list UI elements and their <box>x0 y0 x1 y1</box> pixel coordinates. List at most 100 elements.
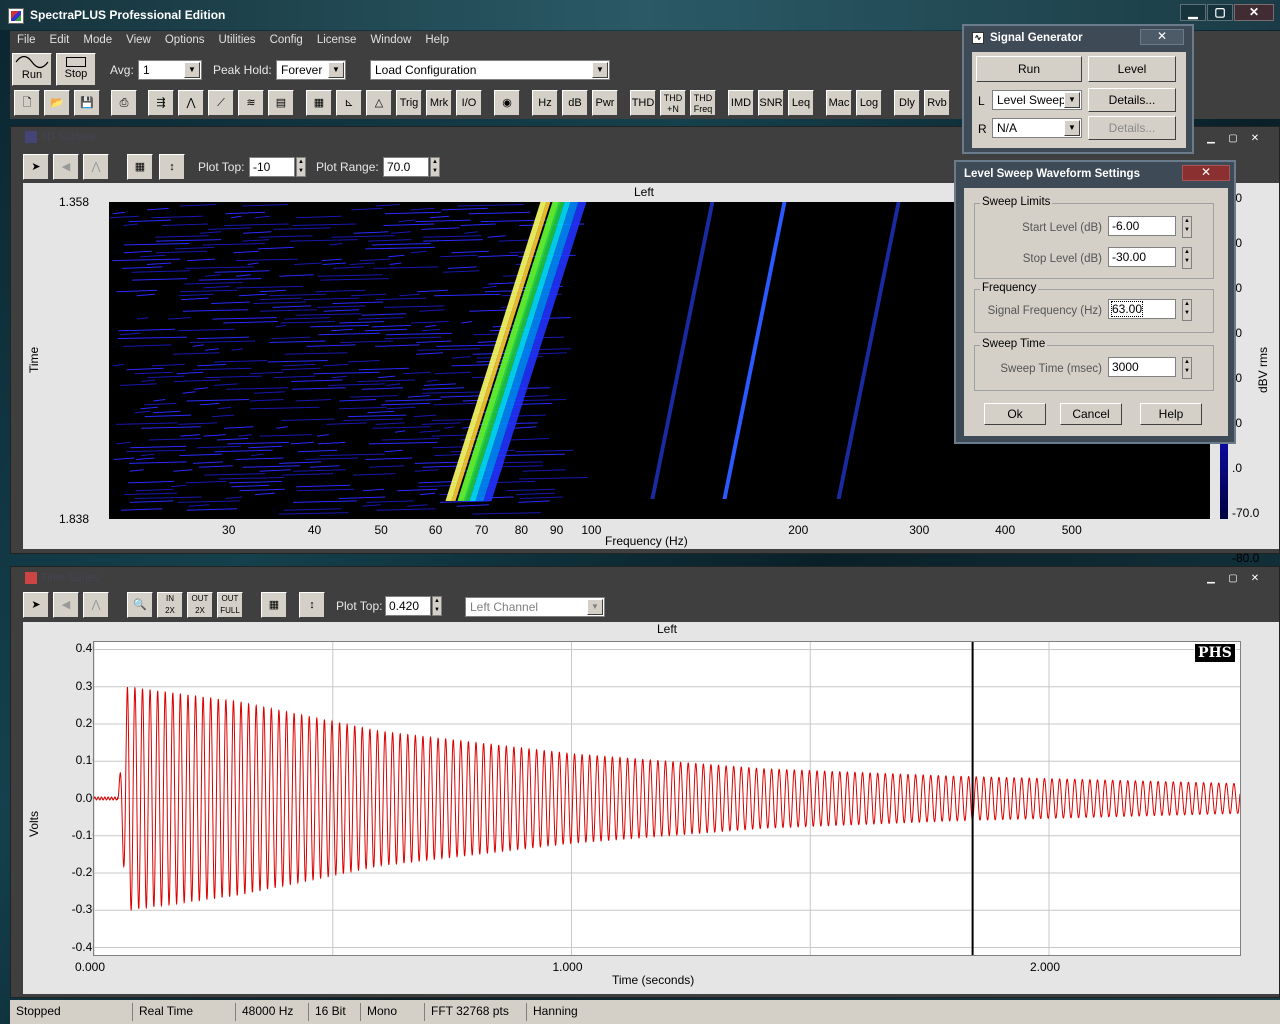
menu-file[interactable]: File <box>10 31 43 51</box>
surface-settings-icon[interactable]: ▦ <box>127 154 153 180</box>
start-level-input[interactable]: -6.00 <box>1108 216 1176 236</box>
peak-icon[interactable]: ⋀ <box>83 154 109 180</box>
status-mode: Real Time <box>132 1003 232 1021</box>
signal-frequency-spinner[interactable]: ▲ ▼ <box>1182 299 1192 321</box>
run-button[interactable]: Run <box>12 53 52 86</box>
timeseries-scale-icon[interactable]: ↕ <box>299 592 325 618</box>
stop-level-input[interactable]: -30.00 <box>1108 247 1176 267</box>
signal-generator-close-icon[interactable]: ✕ <box>1140 29 1184 45</box>
generator-run-button[interactable]: Run <box>976 56 1082 82</box>
ok-button[interactable]: Ok <box>984 403 1046 425</box>
tool-snr[interactable]: SNR <box>758 90 784 116</box>
level-sweep-close-icon[interactable]: ✕ <box>1182 165 1230 181</box>
maximize-icon[interactable]: ▢ <box>1207 4 1233 21</box>
app-icon[interactable] <box>8 8 24 24</box>
speaker-icon[interactable]: ◀ <box>53 592 79 618</box>
surface-maximize-icon[interactable]: ▢ <box>1223 133 1243 147</box>
chevron-down-icon: ▼ <box>184 62 200 78</box>
sweep-time-input[interactable]: 3000 <box>1108 357 1176 377</box>
pointer-icon[interactable]: ➤ <box>23 154 49 180</box>
tool-pwr[interactable]: Pwr <box>592 90 618 116</box>
pointer-icon[interactable]: ➤ <box>23 592 49 618</box>
help-button[interactable]: Help <box>1140 403 1202 425</box>
tool-db[interactable]: dB <box>562 90 588 116</box>
menu-utilities[interactable]: Utilities <box>212 31 263 51</box>
menu-options[interactable]: Options <box>158 31 212 51</box>
tool-log[interactable]: Log <box>856 90 882 116</box>
minimize-icon[interactable]: ▁ <box>1180 4 1206 21</box>
timeseries-minimize-icon[interactable]: ▁ <box>1201 573 1221 587</box>
tool-thd-n[interactable]: THD +N <box>660 90 686 116</box>
tool-dly[interactable]: Dly <box>894 90 920 116</box>
tool-rvb[interactable]: Rvb <box>924 90 950 116</box>
menu-help[interactable]: Help <box>418 31 456 51</box>
right-waveform-select[interactable]: N/A ▼ <box>992 118 1082 138</box>
new-file-icon[interactable]: 🗋 <box>14 90 40 116</box>
status-channels: Mono <box>360 1003 422 1021</box>
close-icon[interactable]: ✕ <box>1234 4 1274 21</box>
surface-icon[interactable]: ▤ <box>268 90 294 116</box>
menu-view[interactable]: View <box>119 31 158 51</box>
spectrum-icon[interactable]: ⋀ <box>178 90 204 116</box>
surface-scale-icon[interactable]: ↕ <box>159 154 185 180</box>
zoom-in-2x-icon[interactable]: IN 2X <box>157 592 183 618</box>
phs-badge[interactable]: PHS <box>1194 643 1236 663</box>
menu-edit[interactable]: Edit <box>43 31 77 51</box>
sweep-time-spinner[interactable]: ▲ ▼ <box>1182 357 1192 379</box>
peak-hold-select[interactable]: Forever ▼ <box>276 60 346 80</box>
calculator-icon[interactable]: ▦ <box>306 90 332 116</box>
tool-io[interactable]: I/O <box>456 90 482 116</box>
tool-imd[interactable]: IMD <box>728 90 754 116</box>
zoom-out-2x-icon[interactable]: OUT 2X <box>187 592 213 618</box>
timeseries-maximize-icon[interactable]: ▢ <box>1223 573 1243 587</box>
menu-window[interactable]: Window <box>363 31 418 51</box>
load-config-select[interactable]: Load Configuration ▼ <box>370 60 610 80</box>
surface-close-icon[interactable]: ✕ <box>1245 133 1265 147</box>
chevron-down-icon: ▼ <box>1064 120 1080 136</box>
waterfall-icon[interactable]: ≋ <box>238 90 264 116</box>
generator-level-button[interactable]: Level <box>1088 56 1176 82</box>
left-waveform-select[interactable]: Level Sweep ▼ <box>992 90 1082 110</box>
open-folder-icon[interactable]: 📂 <box>44 90 70 116</box>
tool-hz[interactable]: Hz <box>532 90 558 116</box>
tool-thd[interactable]: THD <box>630 90 656 116</box>
timeseries-plot[interactable] <box>93 641 1241 956</box>
avg-select[interactable]: 1 ▼ <box>138 60 202 80</box>
timeseries-plot-top-spinner[interactable]: ▲ ▼ <box>432 596 442 616</box>
menu-mode[interactable]: Mode <box>76 31 119 51</box>
tool-mrk[interactable]: Mrk <box>426 90 452 116</box>
tool-thd-freq[interactable]: THD Freq <box>690 90 716 116</box>
menu-license[interactable]: License <box>310 31 364 51</box>
tool-mac[interactable]: Mac <box>826 90 852 116</box>
signal-gen-icon[interactable]: ◉ <box>494 90 520 116</box>
stop-level-spinner[interactable]: ▲ ▼ <box>1182 247 1192 269</box>
zoom-icon[interactable]: 🔍 <box>127 592 153 618</box>
surface-plot-range-spinner[interactable]: ▲ ▼ <box>430 157 440 177</box>
stop-button[interactable]: Stop <box>56 53 96 86</box>
surface-plot-top-spinner[interactable]: ▲ ▼ <box>296 157 306 177</box>
right-details-button[interactable]: Details... <box>1088 116 1176 140</box>
menu-config[interactable]: Config <box>263 31 310 51</box>
print-icon[interactable]: ⎙ <box>111 90 137 116</box>
start-level-spinner[interactable]: ▲ ▼ <box>1182 216 1192 238</box>
surface-minimize-icon[interactable]: ▁ <box>1201 133 1221 147</box>
peak-icon[interactable]: ⋀ <box>83 592 109 618</box>
save-icon[interactable]: 💾 <box>74 90 100 116</box>
channel-select[interactable]: Left Channel ▼ <box>465 597 605 617</box>
surface-plot-range-input[interactable]: 70.0 <box>383 157 429 177</box>
axis-icon[interactable]: ⊾ <box>336 90 362 116</box>
left-details-button[interactable]: Details... <box>1088 88 1176 112</box>
timeseries-close-icon[interactable]: ✕ <box>1245 573 1265 587</box>
tool-leq[interactable]: Leq <box>788 90 814 116</box>
cancel-button[interactable]: Cancel <box>1060 403 1122 425</box>
triangle-icon[interactable]: △ <box>366 90 392 116</box>
speaker-icon[interactable]: ◀ <box>53 154 79 180</box>
fast-forward-icon[interactable]: ⇶ <box>148 90 174 116</box>
timeseries-settings-icon[interactable]: ▦ <box>261 592 287 618</box>
slope-icon[interactable]: ⟋ <box>208 90 234 116</box>
signal-frequency-input[interactable]: 63.00 <box>1108 299 1176 319</box>
tool-trig[interactable]: Trig <box>396 90 422 116</box>
surface-plot-top-input[interactable]: -10 <box>249 157 295 177</box>
zoom-out-full-icon[interactable]: OUT FULL <box>217 592 243 618</box>
timeseries-plot-top-input[interactable]: 0.420 <box>385 596 431 616</box>
